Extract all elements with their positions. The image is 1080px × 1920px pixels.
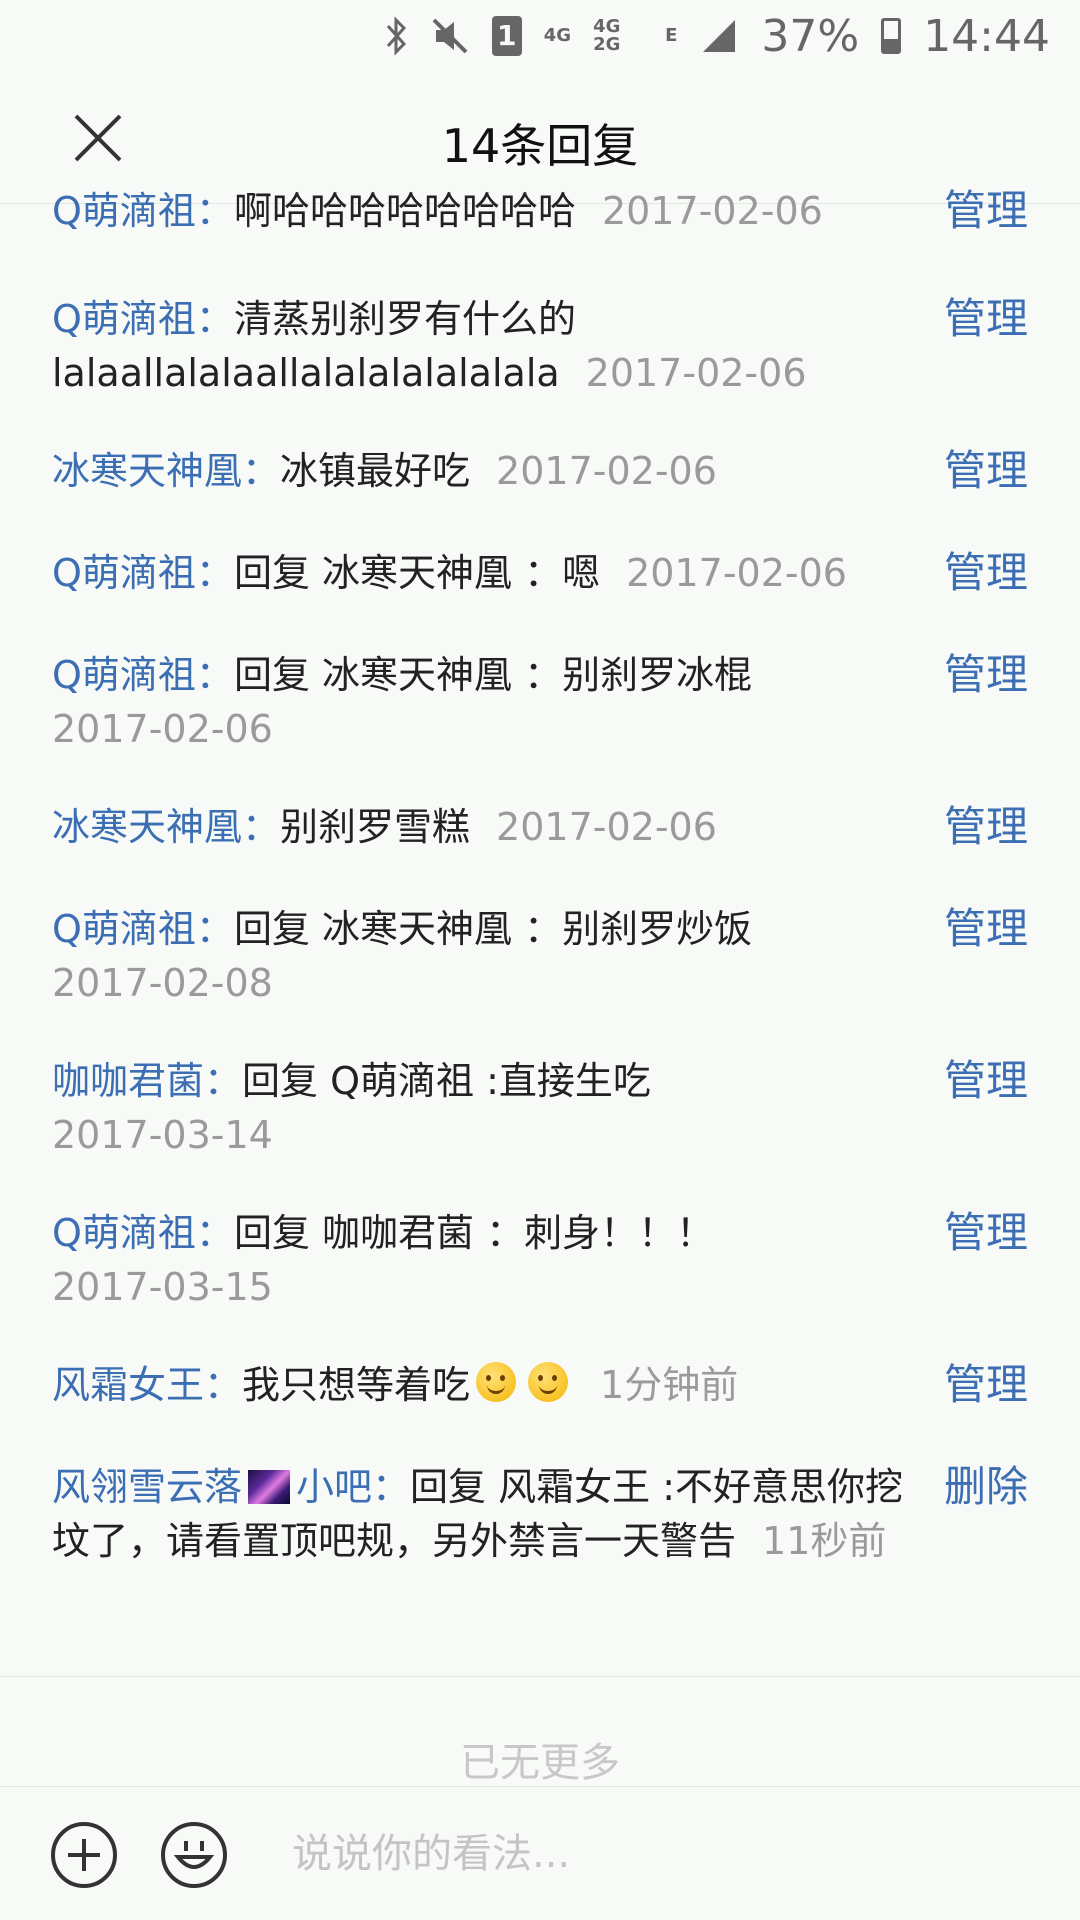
battery-percent: 37% (761, 10, 860, 62)
network-type-c: E (665, 25, 678, 46)
bluetooth-icon (384, 16, 408, 56)
reply-timestamp: 2017-03-14 (52, 1113, 273, 1157)
clock: 14:44 (923, 10, 1050, 62)
page-title: 14条回复 (441, 119, 639, 173)
manage-button[interactable]: 管理 (944, 902, 1028, 956)
mute-icon (430, 16, 470, 56)
reply-username[interactable]: Q萌滴祖 (52, 297, 196, 341)
galaxy-badge-icon (248, 1470, 291, 1504)
manage-button[interactable]: 管理 (944, 1054, 1028, 1108)
reply-timestamp: 11秒前 (762, 1519, 887, 1563)
manage-button[interactable]: 管理 (944, 648, 1028, 702)
reply-timestamp: 2017-02-06 (496, 449, 717, 493)
reply-timestamp: 2017-02-06 (496, 805, 717, 849)
reply-timestamp: 2017-02-06 (601, 189, 823, 233)
reply-username[interactable]: 风霜女王 (52, 1363, 204, 1407)
reply-username[interactable]: Q萌滴祖 (52, 1211, 196, 1255)
smiley-emoji-icon (528, 1362, 569, 1402)
no-more-label: 已无更多 (460, 1740, 620, 1786)
network-type-b: 4G 2G (593, 16, 621, 55)
reply-separator: ： (195, 551, 234, 595)
reply-timestamp: 2017-02-06 (626, 551, 847, 595)
reply-timestamp: 2017-02-06 (585, 351, 807, 395)
manage-button[interactable]: 管理 (944, 444, 1028, 498)
battery-icon (881, 18, 902, 54)
sim-slot-indicator: 1 (491, 16, 522, 56)
reply-separator: ： (242, 805, 281, 849)
moderator-badge: 小吧 (296, 1465, 373, 1509)
comment-bar (0, 1786, 1080, 1920)
reply-username[interactable]: 风翎雪云落 (52, 1465, 242, 1509)
emoji-button[interactable] (160, 1821, 228, 1889)
reply-separator: ： (204, 1363, 243, 1407)
signal-icon (699, 16, 739, 56)
reply-separator: ： (204, 1059, 243, 1103)
reply-timestamp: 1分钟前 (600, 1363, 739, 1407)
network-type-a: 4G (543, 25, 572, 46)
divider (0, 1676, 1080, 1677)
reply-content: 我只想等着吃 (242, 1363, 471, 1407)
smiley-emoji-icon (476, 1362, 517, 1402)
emoji-icon (161, 1822, 227, 1888)
reply-separator: ： (195, 189, 234, 233)
manage-button[interactable]: 管理 (944, 800, 1028, 854)
reply-separator: ： (242, 449, 281, 493)
add-attachment-button[interactable] (50, 1821, 118, 1889)
reply-content: 回复 咖咖君菌 ：刺身！！！ (233, 1211, 715, 1255)
reply-separator: ： (372, 1465, 411, 1509)
reply-username[interactable]: Q萌滴祖 (52, 653, 196, 697)
reply-content: 别刹罗雪糕 (280, 805, 471, 849)
reply-separator: ： (195, 907, 234, 951)
reply-username[interactable]: 冰寒天神凰 (52, 449, 242, 493)
manage-button[interactable]: 管理 (944, 292, 1028, 346)
reply-username[interactable]: Q萌滴祖 (52, 189, 196, 233)
manage-button[interactable]: 管理 (944, 184, 1028, 238)
reply-username[interactable]: 咖咖君菌 (52, 1059, 204, 1103)
reply-content: 啊哈哈哈哈哈哈哈哈 (233, 189, 576, 233)
comment-input[interactable] (290, 1813, 1034, 1895)
reply-content: 回复 冰寒天神凰 ：别刹罗冰棍 (233, 653, 753, 697)
status-bar: 1 4G 4G 2G E 37% 14:44 (0, 0, 1080, 72)
reply-timestamp: 2017-02-08 (52, 961, 273, 1005)
manage-button[interactable]: 管理 (944, 546, 1028, 600)
reply-timestamp: 2017-02-06 (52, 707, 273, 751)
reply-timestamp: 2017-03-15 (52, 1265, 273, 1309)
manage-button[interactable]: 管理 (944, 1206, 1028, 1260)
reply-username[interactable]: Q萌滴祖 (52, 551, 196, 595)
reply-content: 冰镇最好吃 (280, 449, 471, 493)
reply-separator: ： (195, 1211, 234, 1255)
delete-button[interactable]: 删除 (944, 1460, 1028, 1514)
reply-username[interactable]: 冰寒天神凰 (52, 805, 242, 849)
plus-circle-icon (51, 1822, 117, 1888)
reply-username[interactable]: Q萌滴祖 (52, 907, 196, 951)
reply-separator: ： (195, 653, 234, 697)
reply-content: 回复 冰寒天神凰 ：嗯 (233, 551, 601, 595)
reply-content: 回复 Q萌滴祖 :直接生吃 (242, 1059, 651, 1103)
manage-button[interactable]: 管理 (944, 1358, 1028, 1412)
reply-content: 回复 冰寒天神凰 ：别刹罗炒饭 (233, 907, 753, 951)
reply-separator: ： (195, 297, 234, 341)
